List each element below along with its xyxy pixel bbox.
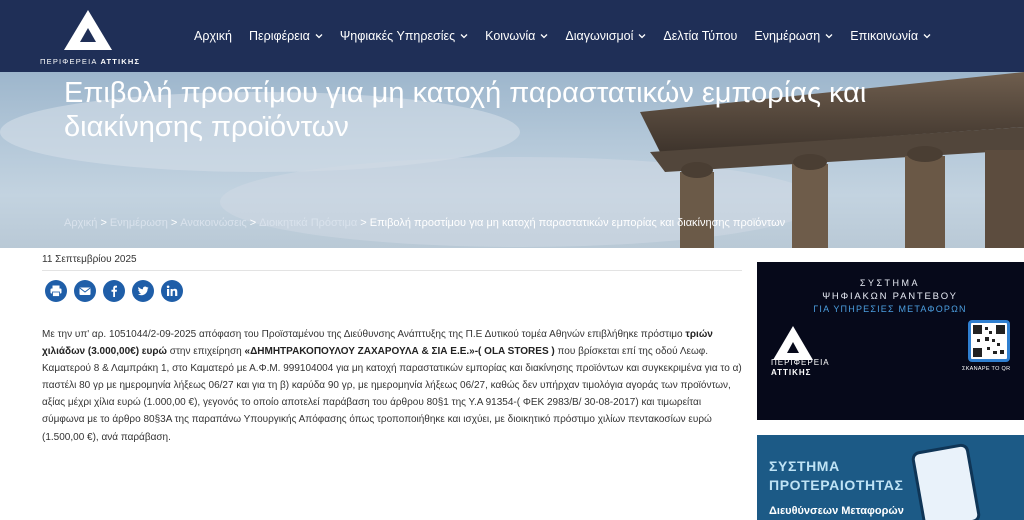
share-twitter-button[interactable] bbox=[132, 280, 154, 302]
facebook-icon bbox=[111, 285, 117, 297]
breadcrumb-separator: > bbox=[100, 217, 107, 229]
phone-illustration-icon bbox=[910, 442, 982, 520]
breadcrumb-link-home[interactable]: Αρχική bbox=[64, 217, 97, 229]
site-logo[interactable]: ΠΕΡΙΦΕΡΕΙΑ ΑΤΤΙΚΗΣ bbox=[40, 8, 140, 68]
breadcrumb-current: Επιβολή προστίμου για μη κατοχή παραστατ… bbox=[369, 217, 786, 229]
top-header: ΠΕΡΙΦΕΡΕΙΑ ΑΤΤΙΚΗΣ Αρχική Περιφέρεια Ψηφ… bbox=[0, 0, 1024, 72]
article-body: Με την υπ' αρ. 1051044/2-09-2025 απόφαση… bbox=[42, 329, 742, 443]
linkedin-icon bbox=[166, 285, 178, 296]
nav-item-tenders[interactable]: Διαγωνισμοί bbox=[565, 29, 646, 43]
hero-banner: Επιβολή προστίμου για μη κατοχή παραστατ… bbox=[0, 72, 1024, 248]
share-print-button[interactable] bbox=[45, 280, 67, 302]
breadcrumb-separator: > bbox=[249, 217, 257, 229]
chevron-down-icon bbox=[825, 34, 833, 39]
business-name: «ΔΗΜΗΤΡΑΚΟΠΟΥΛΟΥ ΖΑΧΑΡΟΥΛΑ & ΣΙΑ Ε.Ε.»-(… bbox=[244, 346, 555, 358]
chevron-down-icon bbox=[638, 34, 646, 39]
share-facebook-button[interactable] bbox=[103, 280, 125, 302]
divider bbox=[42, 270, 742, 271]
nav-item-news[interactable]: Ενημέρωση bbox=[754, 29, 833, 43]
nav-item-region[interactable]: Περιφέρεια bbox=[249, 29, 323, 43]
breadcrumb: Αρχική > Ενημέρωση > Ανακοινώσεις > Διοικητικά… bbox=[64, 217, 785, 229]
priority-system-banner[interactable]: ΣΥΣΤΗΜΑ ΠΡΟΤΕΡΑΙΟΤΗΤΑΣ Διευθύνσεων Μεταφο… bbox=[757, 435, 1024, 520]
breadcrumb-link-announcements[interactable]: Ανακοινώσεις bbox=[180, 217, 246, 229]
qr-code-icon bbox=[968, 320, 1010, 362]
share-email-button[interactable] bbox=[74, 280, 96, 302]
nav-item-home[interactable]: Αρχική bbox=[194, 29, 232, 43]
chevron-down-icon bbox=[460, 34, 468, 39]
chevron-down-icon bbox=[540, 34, 548, 39]
share-buttons bbox=[45, 280, 190, 302]
nav-item-contact[interactable]: Επικοινωνία bbox=[850, 29, 931, 43]
nav-item-society[interactable]: Κοινωνία bbox=[485, 29, 548, 43]
chevron-down-icon bbox=[315, 34, 323, 39]
logo-text: ΠΕΡΙΦΕΡΕΙΑ ΑΤΤΙΚΗΣ bbox=[40, 57, 141, 66]
print-icon bbox=[50, 285, 62, 297]
breadcrumb-link-fines[interactable]: Διοικητικά Πρόστιμα bbox=[259, 217, 357, 229]
chevron-down-icon bbox=[923, 34, 931, 39]
email-icon bbox=[79, 287, 91, 295]
share-linkedin-button[interactable] bbox=[161, 280, 183, 302]
logo-triangle-icon bbox=[64, 10, 112, 50]
breadcrumb-link-news[interactable]: Ενημέρωση bbox=[110, 217, 168, 229]
nav-item-press-releases[interactable]: Δελτία Τύπου bbox=[663, 29, 737, 43]
breadcrumb-separator: > bbox=[170, 217, 178, 229]
main-nav: Αρχική Περιφέρεια Ψηφιακές Υπηρεσίες Κοι… bbox=[194, 0, 948, 72]
breadcrumb-separator: > bbox=[360, 217, 367, 229]
article-date: 11 Σεπτεμβρίου 2025 bbox=[42, 254, 137, 265]
digital-appointments-banner[interactable]: ΣΥΣΤΗΜΑ ΨΗΦΙΑΚΩΝ ΡΑΝΤΕΒΟΥ ΓΙΑ ΥΠΗΡΕΣΙΕΣ … bbox=[757, 262, 1024, 420]
page-title: Επιβολή προστίμου για μη κατοχή παραστατ… bbox=[64, 77, 867, 143]
twitter-icon bbox=[137, 286, 149, 296]
nav-item-digital-services[interactable]: Ψηφιακές Υπηρεσίες bbox=[340, 29, 468, 43]
